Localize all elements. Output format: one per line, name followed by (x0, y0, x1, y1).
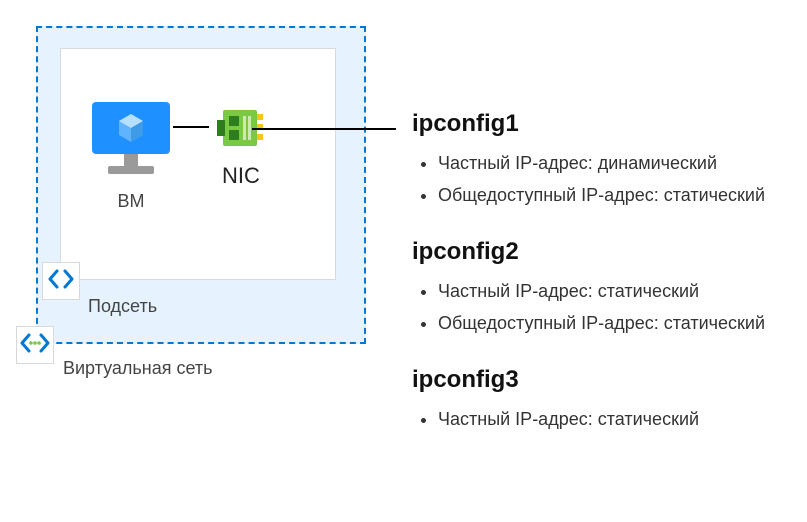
vnet-icon (20, 333, 50, 358)
ipconfig1-title: ipconfig1 (412, 110, 807, 138)
nic-label: NIC (206, 163, 276, 189)
vm-label: ВМ (86, 191, 176, 212)
list-item: Частный IP-адрес: статический (438, 406, 807, 432)
ipconfig-list: ipconfig1 Частный IP-адрес: динамический… (412, 110, 807, 438)
ipconfig3-block: ipconfig3 Частный IP-адрес: статический (412, 366, 807, 432)
vnet-icon-box (16, 326, 54, 364)
ipconfig1-block: ipconfig1 Частный IP-адрес: динамический… (412, 110, 807, 208)
list-item: Общедоступный IP-адрес: статический (438, 310, 807, 336)
subnet-icon (47, 269, 75, 294)
ipconfig2-block: ipconfig2 Частный IP-адрес: статический … (412, 238, 807, 336)
vm-icon (88, 165, 174, 182)
list-item: Частный IP-адрес: статический (438, 278, 807, 304)
ipconfig2-title: ipconfig2 (412, 238, 807, 266)
list-item: Общедоступный IP-адрес: статический (438, 182, 807, 208)
subnet-icon-box (42, 262, 80, 300)
connector-vm-nic (173, 126, 209, 128)
nic-node: NIC (206, 106, 276, 189)
vm-node: ВМ (86, 100, 176, 212)
vnet-label: Виртуальная сеть (63, 358, 213, 379)
connector-nic-ipconfig (252, 128, 396, 130)
ipconfig3-title: ipconfig3 (412, 366, 807, 394)
diagram-canvas: ВМ NIC Под (0, 0, 807, 522)
list-item: Частный IP-адрес: динамический (438, 150, 807, 176)
nic-icon (217, 137, 265, 154)
subnet-label: Подсеть (88, 296, 157, 317)
